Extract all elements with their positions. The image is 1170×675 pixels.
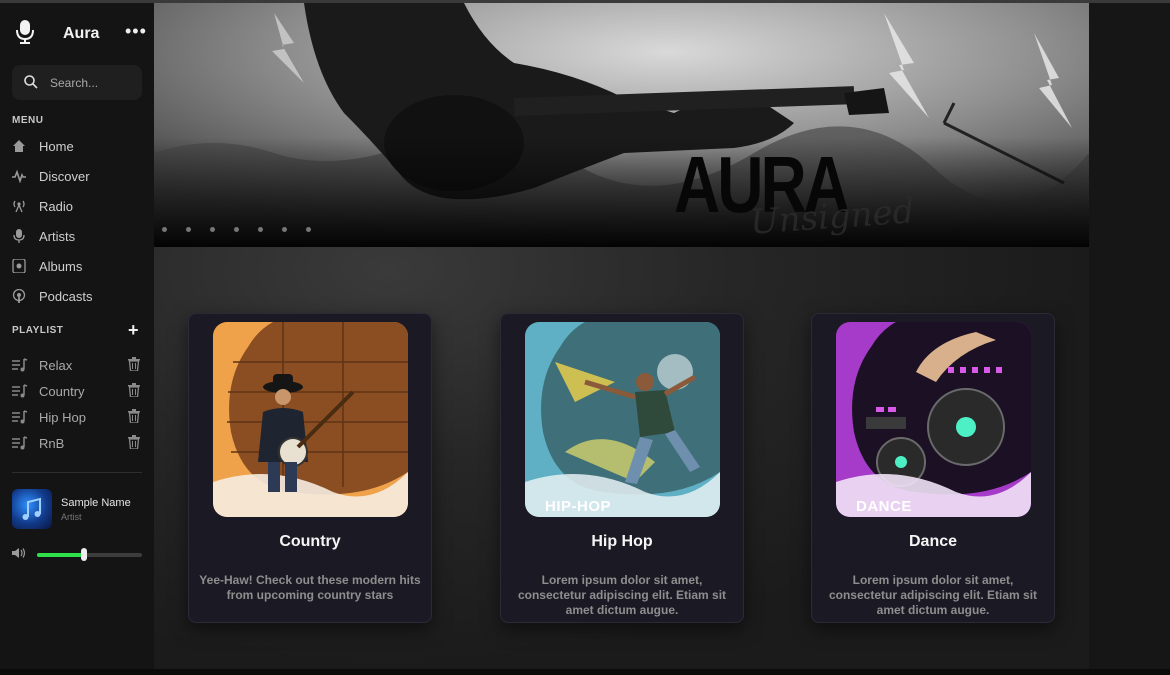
- carousel-dot[interactable]: [258, 227, 263, 232]
- carousel-dot[interactable]: [162, 227, 167, 232]
- trash-icon[interactable]: [128, 435, 140, 449]
- carousel-dot[interactable]: [282, 227, 287, 232]
- genre-artwork-hip-hop: HIP-HOP: [525, 322, 720, 517]
- dance-artwork-image: [836, 322, 1031, 517]
- hero-image: [154, 3, 1089, 247]
- genre-artwork-dance: DANCE: [836, 322, 1031, 517]
- genre-card-title: Country: [279, 533, 341, 550]
- playlist-icon: [12, 358, 28, 372]
- playlist-icon: [12, 410, 28, 424]
- now-playing-artwork[interactable]: [12, 489, 52, 529]
- carousel-dot[interactable]: [186, 227, 191, 232]
- music-note-icon: [22, 497, 41, 520]
- microphone-icon: [13, 229, 25, 243]
- menu-item-podcasts[interactable]: Podcasts: [12, 286, 142, 308]
- microphone-logo-icon: [16, 20, 34, 44]
- menu-item-label: Albums: [39, 259, 83, 274]
- menu-item-radio[interactable]: Radio: [12, 196, 142, 218]
- genre-card-hip-hop[interactable]: HIP-HOP Hip Hop Lorem ipsum dolor sit am…: [500, 313, 744, 623]
- playlist-item-relax: Relax: [12, 355, 142, 375]
- add-playlist-button[interactable]: +: [128, 321, 139, 339]
- playlist-icon: [12, 436, 28, 450]
- volume-slider-fill: [37, 553, 85, 557]
- radio-icon: [13, 200, 25, 213]
- menu-item-label: Radio: [39, 199, 73, 214]
- home-icon: [13, 140, 25, 152]
- volume-slider-handle[interactable]: [81, 548, 88, 561]
- menu-item-label: Discover: [39, 169, 90, 184]
- playlist-item-hip-hop: Hip Hop: [12, 407, 142, 427]
- playlist-item-label[interactable]: RnB: [39, 436, 64, 451]
- right-panel: [1089, 3, 1170, 669]
- genre-artwork-country: COUNTRY: [213, 322, 408, 517]
- menu-item-label: Podcasts: [39, 289, 93, 304]
- search-input[interactable]: [48, 73, 140, 93]
- hero-logo: AURA Unsigned: [674, 145, 916, 243]
- menu-item-discover[interactable]: Discover: [12, 166, 142, 188]
- app-name: Aura: [63, 25, 100, 42]
- pulse-icon: [12, 169, 26, 183]
- playlist-item-country: Country: [12, 381, 142, 401]
- menu-item-artists[interactable]: Artists: [12, 226, 142, 248]
- genre-card-description: Yee-Haw! Check out these modern hits fro…: [199, 573, 421, 602]
- now-playing-title: Sample Name: [61, 497, 131, 509]
- hero-banner: AURA Unsigned: [154, 3, 1089, 247]
- volume-icon[interactable]: [12, 547, 26, 559]
- sidebar: Aura ••• MENU Home Discover Radio Artist…: [0, 3, 154, 669]
- main-content: AURA Unsigned COUNTRY Country Yee-Haw! C…: [154, 3, 1089, 669]
- genre-tag: COUNTRY: [233, 496, 311, 513]
- album-icon: [12, 259, 26, 273]
- podcast-icon: [12, 289, 26, 303]
- genre-tag: HIP-HOP: [545, 498, 612, 515]
- menu-item-label: Artists: [39, 229, 76, 244]
- playlist-item-label[interactable]: Country: [39, 384, 85, 399]
- search-box[interactable]: [12, 65, 142, 100]
- playlist-item-rnb: RnB: [12, 433, 142, 453]
- genre-card-description: Lorem ipsum dolor sit amet, consectetur …: [828, 573, 1038, 617]
- trash-icon[interactable]: [128, 383, 140, 397]
- carousel-dot[interactable]: [306, 227, 311, 232]
- playlist-item-label[interactable]: Hip Hop: [39, 410, 86, 425]
- sidebar-divider: [12, 472, 142, 473]
- search-icon: [24, 75, 38, 89]
- genre-tag: DANCE: [856, 498, 912, 515]
- brand: Aura •••: [14, 17, 147, 51]
- hip-hop-artwork-image: [525, 322, 720, 517]
- carousel-dot[interactable]: [234, 227, 239, 232]
- more-options-button[interactable]: •••: [125, 21, 147, 42]
- playlist-item-label[interactable]: Relax: [39, 358, 72, 373]
- playlist-icon: [12, 384, 28, 398]
- genre-card-title: Dance: [908, 533, 958, 550]
- now-playing-artist: Artist: [61, 512, 82, 522]
- menu-item-home[interactable]: Home: [12, 136, 142, 158]
- trash-icon[interactable]: [128, 357, 140, 371]
- playlist-heading: PLAYLIST: [12, 325, 64, 336]
- genre-card-dance[interactable]: DANCE Dance Lorem ipsum dolor sit amet, …: [811, 313, 1055, 623]
- window-bottom-border: [0, 669, 1170, 675]
- trash-icon[interactable]: [128, 409, 140, 423]
- carousel-dot[interactable]: [210, 227, 215, 232]
- country-artwork-image: [213, 322, 408, 517]
- menu-heading: MENU: [12, 115, 44, 126]
- genre-card-title: Hip Hop: [591, 533, 653, 550]
- volume-slider[interactable]: [37, 548, 142, 561]
- genre-card-description: Lorem ipsum dolor sit amet, consectetur …: [517, 573, 727, 617]
- menu-item-albums[interactable]: Albums: [12, 256, 142, 278]
- menu-item-label: Home: [39, 139, 74, 154]
- genre-card-country[interactable]: COUNTRY Country Yee-Haw! Check out these…: [188, 313, 432, 623]
